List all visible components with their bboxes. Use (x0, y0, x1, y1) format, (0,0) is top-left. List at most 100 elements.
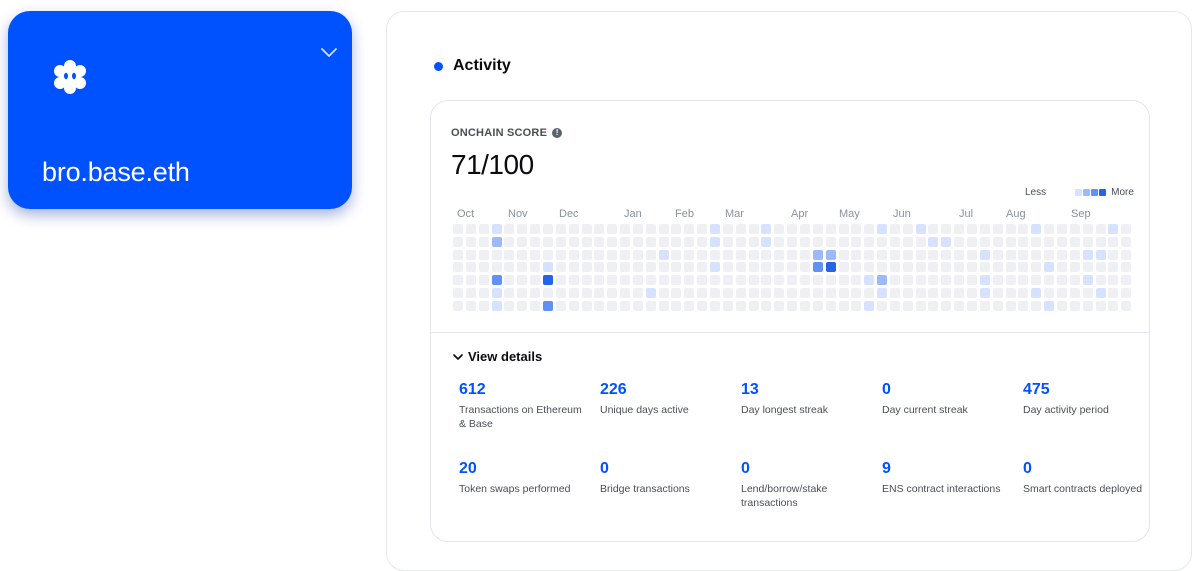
heatmap-cell[interactable] (555, 224, 566, 234)
heatmap-cell[interactable] (684, 288, 695, 298)
heatmap-cell[interactable] (1005, 249, 1016, 260)
heatmap-cell[interactable] (1018, 262, 1029, 273)
heatmap-cell[interactable] (1056, 224, 1067, 234)
heatmap-cell[interactable] (632, 288, 643, 298)
heatmap-cell[interactable] (530, 262, 541, 273)
heatmap-cell[interactable] (517, 236, 528, 247)
heatmap-cell[interactable] (722, 236, 733, 247)
heatmap-cell[interactable] (787, 262, 798, 273)
heatmap-cell[interactable] (555, 262, 566, 273)
heatmap-cell[interactable] (787, 224, 798, 234)
heatmap-cell[interactable] (748, 288, 759, 298)
heatmap-cell[interactable] (1095, 300, 1106, 311)
heatmap-cell[interactable] (453, 236, 463, 247)
heatmap-cell[interactable] (877, 249, 888, 260)
heatmap-cell[interactable] (568, 275, 579, 286)
heatmap-cell[interactable] (671, 300, 682, 311)
heatmap-cell[interactable] (799, 288, 810, 298)
heatmap-cell[interactable] (453, 249, 463, 260)
heatmap-cell[interactable] (735, 224, 746, 234)
heatmap-cell[interactable] (1018, 236, 1029, 247)
heatmap-cell[interactable] (478, 262, 489, 273)
heatmap-cell[interactable] (941, 275, 952, 286)
heatmap-cell[interactable] (979, 224, 990, 234)
heatmap-cell[interactable] (889, 275, 900, 286)
heatmap-cell[interactable] (761, 300, 772, 311)
heatmap-cell[interactable] (774, 288, 785, 298)
heatmap-cell[interactable] (478, 288, 489, 298)
heatmap-cell[interactable] (504, 236, 515, 247)
heatmap-cell[interactable] (941, 249, 952, 260)
heatmap-cell[interactable] (748, 224, 759, 234)
heatmap-cell[interactable] (491, 224, 502, 234)
heatmap-cell[interactable] (838, 224, 849, 234)
heatmap-cell[interactable] (658, 275, 669, 286)
heatmap-cell[interactable] (941, 224, 952, 234)
heatmap-cell[interactable] (1018, 224, 1029, 234)
heatmap-cell[interactable] (1044, 262, 1055, 273)
heatmap-cell[interactable] (825, 262, 836, 273)
heatmap-cell[interactable] (761, 262, 772, 273)
heatmap-cell[interactable] (607, 236, 618, 247)
heatmap-cell[interactable] (465, 249, 476, 260)
heatmap-cell[interactable] (722, 224, 733, 234)
heatmap-cell[interactable] (1095, 224, 1106, 234)
heatmap-cell[interactable] (697, 275, 708, 286)
heatmap-cell[interactable] (581, 288, 592, 298)
heatmap-cell[interactable] (967, 288, 977, 298)
heatmap-cell[interactable] (710, 262, 720, 273)
heatmap-cell[interactable] (825, 300, 836, 311)
heatmap-cell[interactable] (774, 262, 785, 273)
heatmap-cell[interactable] (889, 262, 900, 273)
heatmap-cell[interactable] (491, 236, 502, 247)
heatmap-cell[interactable] (710, 249, 720, 260)
heatmap-cell[interactable] (1108, 262, 1119, 273)
heatmap-cell[interactable] (710, 300, 720, 311)
heatmap-cell[interactable] (774, 275, 785, 286)
heatmap-cell[interactable] (645, 262, 656, 273)
heatmap-cell[interactable] (543, 224, 553, 234)
heatmap-cell[interactable] (530, 275, 541, 286)
heatmap-cell[interactable] (1005, 224, 1016, 234)
heatmap-cell[interactable] (748, 236, 759, 247)
heatmap-cell[interactable] (864, 224, 875, 234)
heatmap-cell[interactable] (735, 262, 746, 273)
heatmap-cell[interactable] (928, 262, 939, 273)
heatmap-cell[interactable] (889, 236, 900, 247)
heatmap-cell[interactable] (684, 300, 695, 311)
heatmap-cell[interactable] (735, 275, 746, 286)
heatmap-cell[interactable] (928, 236, 939, 247)
heatmap-cell[interactable] (889, 224, 900, 234)
heatmap-cell[interactable] (491, 288, 502, 298)
heatmap-cell[interactable] (671, 262, 682, 273)
heatmap-cell[interactable] (799, 224, 810, 234)
heatmap-cell[interactable] (954, 275, 965, 286)
heatmap-cell[interactable] (1082, 249, 1093, 260)
heatmap-cell[interactable] (1095, 262, 1106, 273)
heatmap-cell[interactable] (1044, 275, 1055, 286)
heatmap-cell[interactable] (543, 300, 553, 311)
heatmap-cell[interactable] (504, 300, 515, 311)
heatmap-cell[interactable] (620, 224, 630, 234)
heatmap-cell[interactable] (658, 300, 669, 311)
heatmap-cell[interactable] (722, 262, 733, 273)
heatmap-cell[interactable] (967, 236, 977, 247)
heatmap-cell[interactable] (915, 300, 926, 311)
heatmap-cell[interactable] (838, 288, 849, 298)
heatmap-cell[interactable] (491, 249, 502, 260)
heatmap-cell[interactable] (1121, 224, 1132, 234)
heatmap-cell[interactable] (877, 224, 888, 234)
heatmap-cell[interactable] (555, 236, 566, 247)
heatmap-cell[interactable] (607, 262, 618, 273)
heatmap-cell[interactable] (967, 249, 977, 260)
heatmap-cell[interactable] (658, 288, 669, 298)
heatmap-cell[interactable] (1069, 236, 1080, 247)
heatmap-cell[interactable] (864, 262, 875, 273)
heatmap-cell[interactable] (954, 249, 965, 260)
heatmap-cell[interactable] (632, 275, 643, 286)
heatmap-cell[interactable] (594, 262, 605, 273)
heatmap-cell[interactable] (774, 236, 785, 247)
heatmap-cell[interactable] (851, 224, 862, 234)
heatmap-cell[interactable] (954, 236, 965, 247)
heatmap-cell[interactable] (658, 249, 669, 260)
